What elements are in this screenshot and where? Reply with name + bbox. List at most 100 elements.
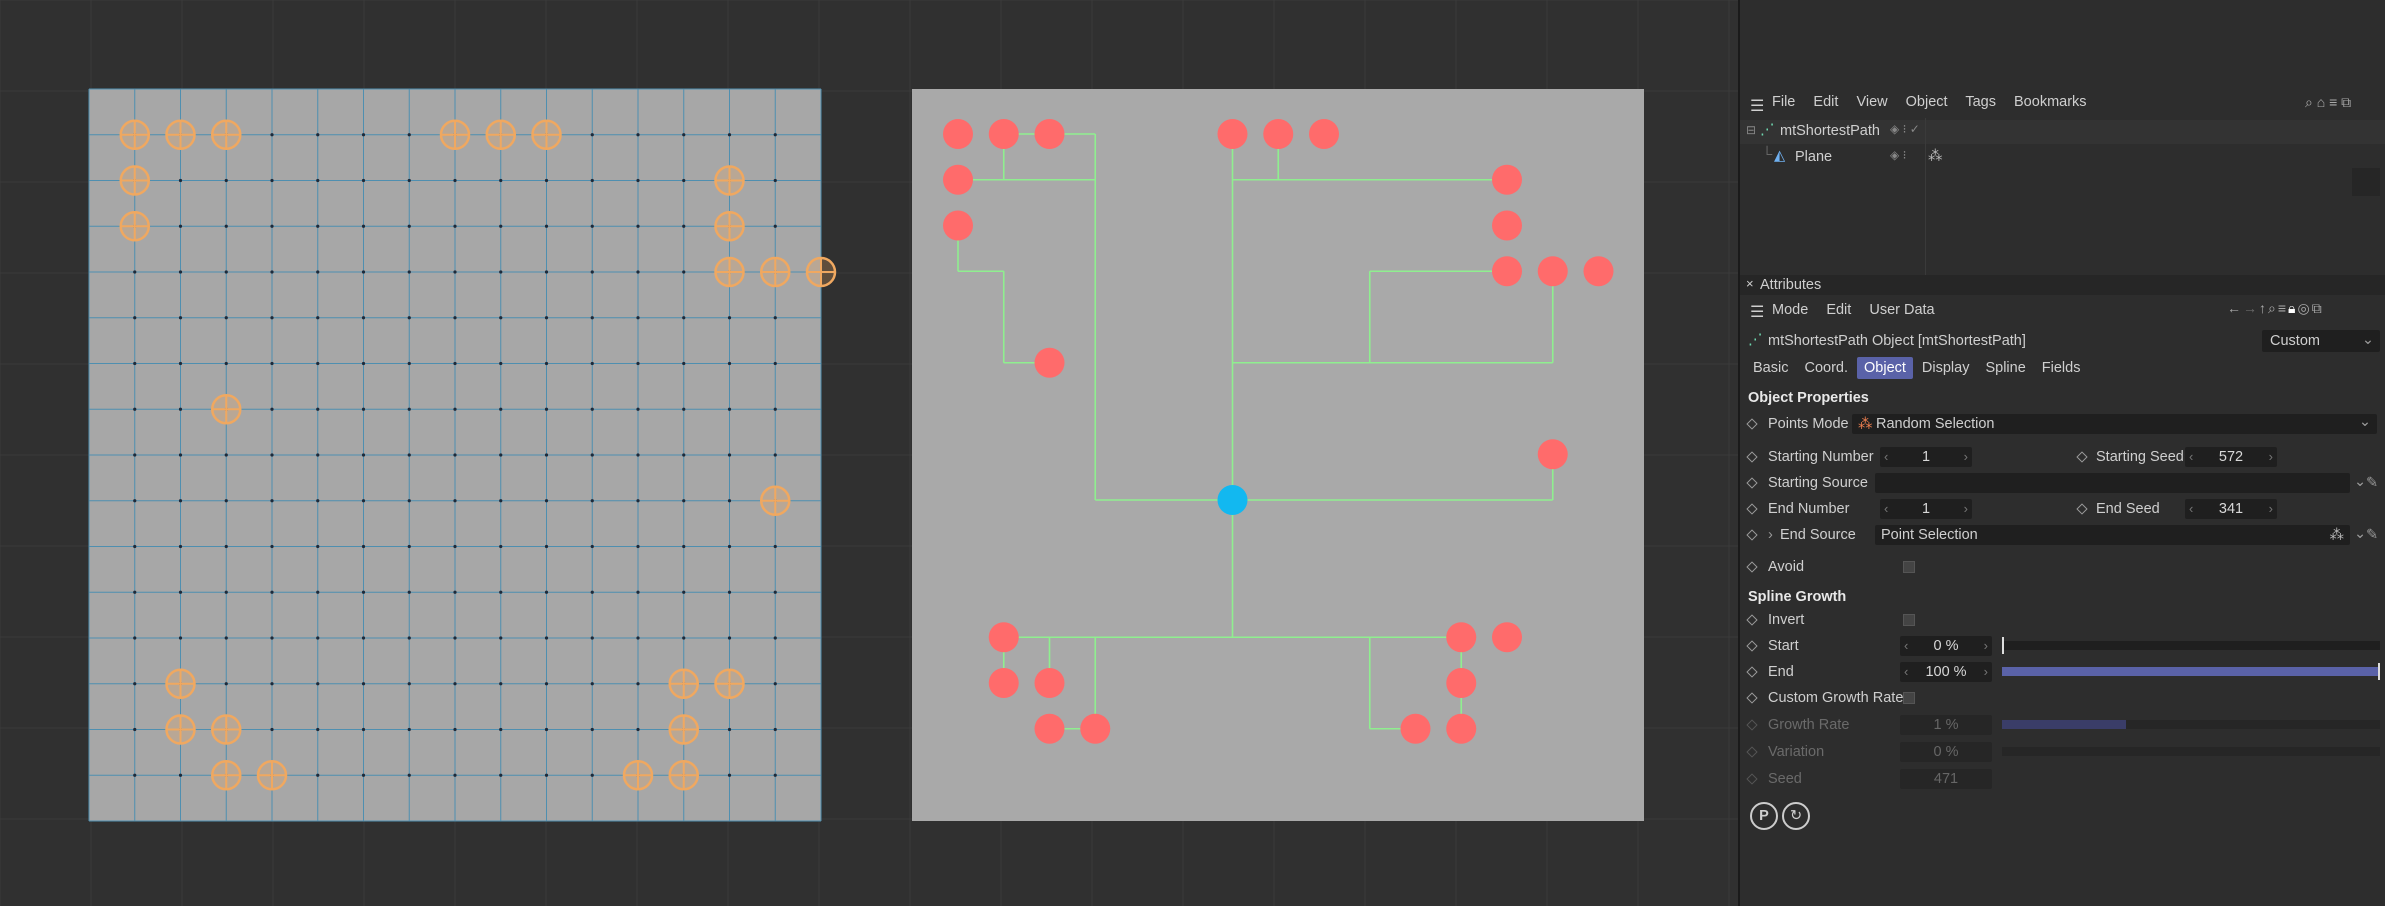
viewport-canvas[interactable] bbox=[0, 0, 1738, 906]
right-plane[interactable] bbox=[912, 89, 1644, 821]
mesh-vertex bbox=[316, 453, 320, 457]
increment-icon[interactable]: › bbox=[1964, 447, 1968, 467]
menu-object[interactable]: Object bbox=[1906, 94, 1948, 110]
keyframe-icon[interactable] bbox=[2076, 451, 2088, 463]
tab-fields[interactable]: Fields bbox=[2035, 357, 2088, 379]
mesh-vertex bbox=[133, 316, 137, 320]
increment-icon[interactable]: › bbox=[2269, 447, 2273, 467]
start-slider[interactable] bbox=[2002, 637, 2380, 654]
section-heading-object-properties: Object Properties bbox=[1748, 390, 1869, 406]
keyframe-icon[interactable] bbox=[1746, 666, 1758, 678]
object-row-mtshortestpath[interactable]: ⊟ ⋰ mtShortestPath ◈ ⁝ ✓ bbox=[1740, 120, 2385, 144]
menu-edit[interactable]: Edit bbox=[1813, 94, 1838, 110]
chevron-down-icon[interactable]: ⌄ bbox=[2354, 521, 2366, 547]
keyframe-icon[interactable] bbox=[1746, 418, 1758, 430]
picker-icon[interactable]: ✎ bbox=[2366, 522, 2378, 548]
avoid-checkbox[interactable] bbox=[1903, 561, 1915, 573]
keyframe-icon[interactable] bbox=[1746, 692, 1758, 704]
decrement-icon[interactable]: ‹ bbox=[1904, 636, 1908, 656]
hamburger-icon[interactable]: ☰ bbox=[1750, 302, 1764, 322]
python-icon[interactable]: P bbox=[1750, 802, 1778, 830]
end-stepper[interactable]: ‹ 100 % › bbox=[1900, 662, 1992, 682]
new-window-icon[interactable]: ⧉ bbox=[2312, 300, 2324, 316]
mesh-vertex bbox=[636, 636, 640, 640]
chevron-down-icon[interactable]: ⌄ bbox=[2354, 469, 2366, 495]
end-source-link-field[interactable]: Point Selection ⁂ bbox=[1875, 525, 2350, 545]
menu-view[interactable]: View bbox=[1856, 94, 1887, 110]
start-slider-handle[interactable] bbox=[2002, 637, 2004, 654]
invert-checkbox[interactable] bbox=[1903, 614, 1915, 626]
starting-source-link-field[interactable] bbox=[1875, 473, 2350, 493]
reload-icon[interactable]: ↻ bbox=[1782, 802, 1811, 830]
scroll-handle[interactable] bbox=[2352, 168, 2380, 196]
target-icon[interactable]: ◎ bbox=[2297, 300, 2311, 316]
tab-object[interactable]: Object bbox=[1857, 357, 1913, 379]
end-number-stepper[interactable]: ‹ 1 › bbox=[1880, 499, 1972, 519]
back-icon[interactable]: ← bbox=[2227, 300, 2243, 316]
selected-point-marker bbox=[760, 256, 791, 288]
menu-user-data[interactable]: User Data bbox=[1869, 302, 1934, 318]
picker-icon[interactable]: ✎ bbox=[2366, 470, 2378, 496]
object-name[interactable]: mtShortestPath bbox=[1780, 123, 1880, 139]
increment-icon[interactable]: › bbox=[1984, 636, 1988, 656]
mesh-vertex bbox=[407, 316, 411, 320]
menu-file[interactable]: File bbox=[1772, 94, 1795, 110]
mesh-vertex bbox=[544, 361, 549, 366]
increment-icon[interactable]: › bbox=[1984, 662, 1988, 682]
starting-number-stepper[interactable]: ‹ 1 › bbox=[1880, 447, 1972, 467]
mesh-vertex bbox=[544, 224, 549, 228]
collapse-icon[interactable]: ⊟ bbox=[1746, 123, 1756, 137]
decrement-icon[interactable]: ‹ bbox=[2189, 447, 2193, 467]
up-icon[interactable]: ↑ bbox=[2259, 300, 2268, 316]
keyframe-icon[interactable] bbox=[1746, 561, 1758, 573]
increment-icon[interactable]: › bbox=[2269, 499, 2273, 519]
hamburger-icon[interactable]: ☰ bbox=[1750, 96, 1764, 116]
tab-spline[interactable]: Spline bbox=[1978, 357, 2032, 379]
filter-icon[interactable]: ≡ bbox=[2278, 300, 2288, 316]
tab-display[interactable]: Display bbox=[1915, 357, 1977, 379]
menu-tags[interactable]: Tags bbox=[1965, 94, 1996, 110]
decrement-icon[interactable]: ‹ bbox=[1884, 499, 1888, 519]
keyframe-icon[interactable] bbox=[1746, 614, 1758, 626]
left-plane[interactable] bbox=[88, 88, 837, 822]
object-name[interactable]: Plane bbox=[1795, 149, 1832, 165]
expand-arrow-icon[interactable]: › bbox=[1768, 522, 1773, 548]
menu-bookmarks[interactable]: Bookmarks bbox=[2014, 94, 2087, 110]
new-window-icon[interactable]: ⧉ bbox=[2341, 94, 2351, 110]
selection-tag-icon[interactable]: ⁂ bbox=[1928, 148, 1943, 164]
layer-icon[interactable]: ◈ ⁝ ✓ bbox=[1890, 122, 1920, 136]
decrement-icon[interactable]: ‹ bbox=[2189, 499, 2193, 519]
preset-dropdown[interactable]: Custom ⌄ bbox=[2262, 330, 2380, 352]
keyframe-icon[interactable] bbox=[1746, 529, 1758, 541]
object-title-row: ⋰ mtShortestPath Object [mtShortestPath]… bbox=[1740, 330, 2385, 354]
end-slider[interactable] bbox=[2002, 663, 2380, 680]
end-slider-handle[interactable] bbox=[2378, 663, 2380, 680]
filter-icon[interactable]: ≡ bbox=[2329, 94, 2337, 110]
search-icon[interactable]: ⌕ bbox=[2268, 300, 2278, 316]
custom-growth-rate-checkbox[interactable] bbox=[1903, 692, 1915, 704]
decrement-icon[interactable]: ‹ bbox=[1904, 662, 1908, 682]
points-mode-dropdown[interactable]: ⁂ Random Selection ⌄ bbox=[1852, 414, 2377, 434]
layer-icon[interactable]: ◈ ⁝ bbox=[1890, 148, 1906, 162]
keyframe-icon[interactable] bbox=[1746, 451, 1758, 463]
viewport[interactable] bbox=[0, 0, 1738, 906]
tab-basic[interactable]: Basic bbox=[1746, 357, 1795, 379]
start-stepper[interactable]: ‹ 0 % › bbox=[1900, 636, 1992, 656]
home-icon[interactable]: ⌂ bbox=[2317, 94, 2325, 110]
menu-edit[interactable]: Edit bbox=[1826, 302, 1851, 318]
object-row-plane[interactable]: └ ◭ Plane ◈ ⁝ ⁂ bbox=[1740, 146, 2385, 170]
decrement-icon[interactable]: ‹ bbox=[1884, 447, 1888, 467]
starting-seed-stepper[interactable]: ‹ 572 › bbox=[2185, 447, 2277, 467]
search-icon[interactable]: ⌕ bbox=[2305, 94, 2313, 110]
keyframe-icon[interactable] bbox=[1746, 503, 1758, 515]
end-seed-stepper[interactable]: ‹ 341 › bbox=[2185, 499, 2277, 519]
menu-mode[interactable]: Mode bbox=[1772, 302, 1808, 318]
keyframe-icon[interactable] bbox=[1746, 477, 1758, 489]
increment-icon[interactable]: › bbox=[1964, 499, 1968, 519]
close-icon[interactable]: × bbox=[1746, 276, 1754, 291]
tab-coord[interactable]: Coord. bbox=[1797, 357, 1855, 379]
forward-icon[interactable]: → bbox=[2243, 300, 2259, 316]
keyframe-icon[interactable] bbox=[2076, 503, 2088, 515]
keyframe-icon[interactable] bbox=[1746, 640, 1758, 652]
mesh-vertex bbox=[453, 407, 457, 411]
